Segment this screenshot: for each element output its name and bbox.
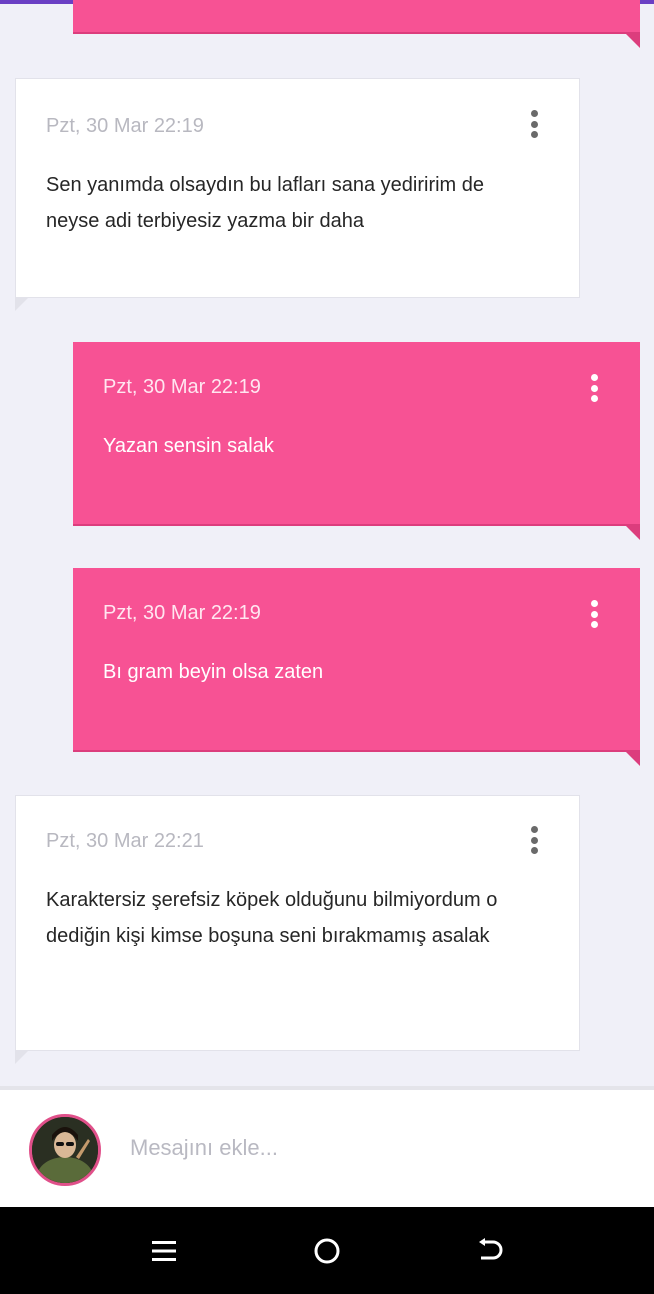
avatar[interactable] [29, 1114, 101, 1186]
message-text: Karaktersiz şerefsiz köpek olduğunu bilm… [46, 889, 498, 947]
more-options-icon[interactable] [584, 596, 604, 632]
message-text: Yazan sensin salak [103, 435, 274, 457]
message-timestamp: Pzt, 30 Mar 22:19 [103, 602, 261, 624]
bubble-tail [624, 524, 640, 540]
message-timestamp: Pzt, 30 Mar 22:19 [103, 376, 261, 398]
message-timestamp: Pzt, 30 Mar 22:19 [46, 115, 204, 137]
menu-icon[interactable] [144, 1233, 184, 1269]
message-received: Pzt, 30 Mar 22:21 Karaktersiz şerefsiz k… [15, 795, 580, 1064]
system-navigation-bar [0, 1207, 654, 1294]
message-text: Sen yanımda olsaydın bu lafları sana yed… [46, 174, 485, 232]
more-options-icon[interactable] [524, 106, 544, 142]
message-composer [0, 1086, 654, 1207]
message-received: Pzt, 30 Mar 22:19 Sen yanımda olsaydın b… [15, 78, 580, 311]
bubble-tail [15, 283, 29, 311]
message-sent-partial [73, 0, 640, 48]
message-text: Bı gram beyin olsa zaten [103, 661, 324, 683]
home-icon[interactable] [307, 1233, 347, 1269]
bubble-tail [15, 1036, 29, 1064]
bubble-tail [624, 32, 640, 48]
message-sent: Pzt, 30 Mar 22:19 Bı gram beyin olsa zat… [73, 568, 640, 766]
message-input[interactable] [130, 1130, 610, 1166]
message-timestamp: Pzt, 30 Mar 22:21 [46, 830, 204, 852]
bubble-tail [624, 750, 640, 766]
back-icon[interactable] [471, 1233, 511, 1269]
message-sent: Pzt, 30 Mar 22:19 Yazan sensin salak [73, 342, 640, 540]
more-options-icon[interactable] [584, 370, 604, 406]
more-options-icon[interactable] [524, 822, 544, 858]
